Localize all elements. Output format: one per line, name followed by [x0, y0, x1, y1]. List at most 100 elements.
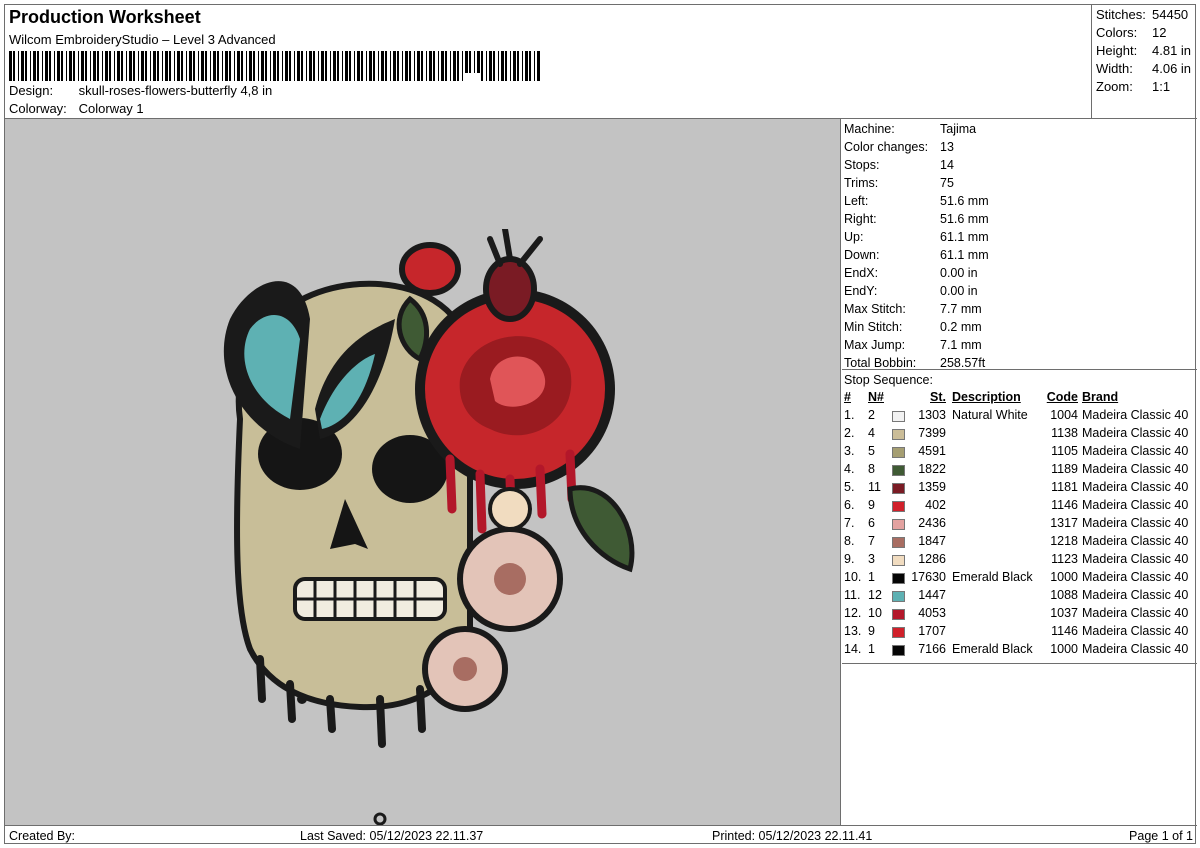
barcode-bar [261, 51, 264, 81]
row-needle: 12 [868, 588, 882, 602]
color-swatch [892, 519, 905, 530]
row-code: 1105 [1051, 444, 1078, 458]
barcode-bar [402, 51, 403, 81]
row-index: 2. [844, 426, 855, 440]
barcode-bar [49, 51, 51, 81]
barcode-bar [345, 51, 348, 81]
spec-row: Max Jump: 7.1 mm [844, 338, 982, 352]
row-needle: 11 [868, 480, 881, 494]
spec-value: 61.1 mm [940, 230, 989, 244]
barcode-bar [433, 51, 435, 81]
barcode-bar [210, 51, 211, 81]
table-row: 14. 1 7166 Emerald Black 1000 Madeira Classic… [842, 642, 1197, 660]
barcode-bar [193, 51, 195, 81]
spec-label: Machine: [844, 122, 895, 136]
spec-label: Up: [844, 230, 864, 244]
barcode [9, 51, 540, 81]
row-stitches: 1707 [918, 624, 946, 638]
barcode-bar [198, 51, 199, 81]
spec-label: Right: [844, 212, 877, 226]
barcode-bar [109, 51, 111, 81]
table-row: 9. 3 1286 1123 Madeira Classic 40 [842, 552, 1197, 570]
barcode-bar [330, 51, 331, 81]
barcode-bar [13, 51, 15, 81]
summary-value: 1:1 [1152, 79, 1171, 94]
barcode-bar [337, 51, 339, 81]
barcode-bar [81, 51, 84, 81]
color-swatch [892, 609, 905, 620]
barcode-bar [186, 51, 187, 81]
row-code: 1146 [1051, 498, 1078, 512]
spec-row: Trims: 75 [844, 176, 954, 190]
barcode-bar [513, 51, 516, 81]
barcode-bar [474, 51, 475, 73]
barcode-bar [393, 51, 396, 81]
spec-value: 7.7 mm [940, 302, 982, 316]
row-stitches: 2436 [918, 516, 946, 530]
table-row: 6. 9 402 1146 Madeira Classic 40 [842, 498, 1197, 516]
table-row: 5. 11 1359 1181 Madeira Classic 40 [842, 480, 1197, 498]
stop-table-header: # N# St. Description Code Brand [842, 390, 1197, 408]
color-swatch [892, 411, 905, 422]
barcode-bar [30, 51, 31, 81]
barcode-bar [333, 51, 336, 81]
barcode-bar [37, 51, 39, 81]
summary-label: Height: [1096, 43, 1138, 58]
row-code: 1218 [1050, 534, 1078, 548]
summary-zoom: Zoom: 1:1 [1096, 79, 1170, 94]
row-index: 7. [844, 516, 855, 530]
embroidery-design-image [223, 229, 635, 826]
barcode-bar [42, 51, 43, 81]
spec-row: Stops: 14 [844, 158, 954, 172]
row-brand: Madeira Classic 40 [1082, 498, 1189, 512]
col-index: # [844, 390, 851, 404]
row-needle: 6 [868, 516, 875, 530]
barcode-bar [453, 51, 456, 81]
spec-label: Total Bobbin: [844, 356, 917, 370]
row-stitches: 1447 [918, 588, 946, 602]
barcode-bar [9, 51, 12, 81]
barcode-bar [525, 51, 528, 81]
barcode-bar [237, 51, 240, 81]
row-stitches: 1359 [918, 480, 946, 494]
colorway-row: Colorway: Colorway 1 [9, 101, 144, 116]
worksheet-header: Production Worksheet Wilcom EmbroiderySt… [5, 5, 1091, 118]
row-index: 10. [844, 570, 862, 584]
spec-row: Total Bobbin: 258.57ft [844, 356, 985, 370]
color-swatch [892, 501, 905, 512]
row-stitches: 1822 [918, 462, 946, 476]
barcode-bar [529, 51, 531, 81]
barcode-bar [270, 51, 271, 81]
barcode-bar [126, 51, 127, 81]
barcode-bar [385, 51, 387, 81]
row-needle: 8 [868, 462, 875, 476]
barcode-bar [321, 51, 324, 81]
row-needle: 3 [868, 552, 875, 566]
row-code: 1000 [1050, 642, 1078, 656]
row-description: Natural White [952, 408, 1028, 422]
barcode-bar [90, 51, 91, 81]
color-swatch [892, 447, 905, 458]
color-swatch [892, 483, 905, 494]
spec-value: 75 [940, 176, 954, 190]
summary-label: Colors: [1096, 25, 1138, 40]
row-stitches: 7399 [918, 426, 946, 440]
stop-sequence-title: Stop Sequence: [844, 373, 933, 387]
last-saved: Last Saved: 05/12/2023 22.11.37 [300, 829, 484, 843]
barcode-bar [342, 51, 343, 81]
spec-value: 0.00 in [940, 284, 978, 298]
spec-value: 7.1 mm [940, 338, 982, 352]
colorway-value: Colorway 1 [78, 101, 144, 116]
barcode-bar [121, 51, 123, 81]
barcode-bar [222, 51, 223, 81]
barcode-bar [373, 51, 375, 81]
spec-value: 14 [940, 158, 954, 172]
spec-value: 0.00 in [940, 266, 978, 280]
barcode-bar [234, 51, 235, 81]
barcode-bar [73, 51, 75, 81]
row-code: 1088 [1050, 588, 1078, 602]
barcode-bar [189, 51, 192, 81]
barcode-bar [489, 51, 492, 81]
design-value: skull-roses-flowers-butterfly 4,8 in [78, 83, 273, 98]
barcode-bar [318, 51, 319, 81]
